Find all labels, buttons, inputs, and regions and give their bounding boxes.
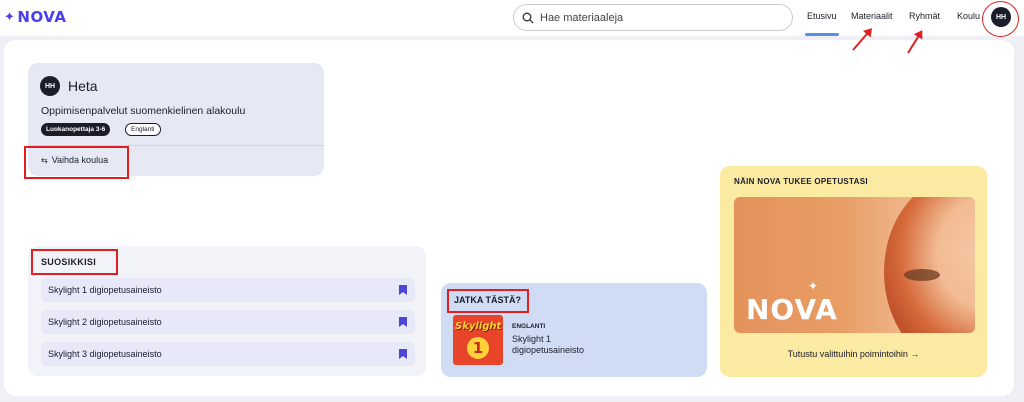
- profile-school: Oppimisenpalvelut suomenkielinen alakoul…: [41, 105, 246, 117]
- continue-material-link[interactable]: Skylight 1 digiopetusaineisto: [512, 334, 622, 356]
- annotation-box-switch: [24, 146, 129, 179]
- favorite-item[interactable]: Skylight 2 digiopetusaineisto: [41, 310, 415, 334]
- skylight-cover[interactable]: Skylight 1: [453, 315, 503, 365]
- eye-shape: [904, 269, 940, 281]
- favorite-item-label: Skylight 3 digiopetusaineisto: [48, 349, 162, 359]
- annotation-box-favorites: [31, 249, 118, 275]
- favorite-item[interactable]: Skylight 1 digiopetusaineisto: [41, 278, 415, 302]
- search-box[interactable]: [513, 4, 793, 31]
- cover-title: Skylight: [455, 321, 502, 332]
- nav-ryhmat[interactable]: Ryhmät: [909, 11, 940, 21]
- promo-title: NÄIN NOVA TUKEE OPETUSTASI: [734, 177, 868, 186]
- promo-image: ✦ NOVA: [734, 197, 975, 333]
- sparkle-icon: ✦: [808, 279, 819, 293]
- nav-koulu[interactable]: Koulu: [957, 11, 980, 21]
- favorite-item-label: Skylight 2 digiopetusaineisto: [48, 317, 162, 327]
- cover-number: 1: [467, 337, 489, 359]
- search-input[interactable]: [540, 11, 770, 24]
- subject-chip: Englanti: [125, 123, 161, 136]
- profile-name: Heta: [68, 78, 98, 94]
- profile-avatar: HH: [40, 76, 60, 96]
- annotation-circle-avatar: [982, 1, 1019, 37]
- promo-brand: NOVA: [746, 293, 838, 326]
- bookmark-icon[interactable]: [399, 317, 407, 327]
- logo-text: NOVA: [17, 8, 67, 26]
- sparkle-icon: ✦: [4, 9, 16, 25]
- bookmark-icon[interactable]: [399, 285, 407, 295]
- continue-subject: ENGLANTI: [512, 323, 546, 330]
- nav-etusivu[interactable]: Etusivu: [805, 11, 839, 36]
- face-illustration: [884, 197, 975, 333]
- role-chip: Luokanopettaja 3-6: [41, 123, 111, 136]
- favorite-item-label: Skylight 1 digiopetusaineisto: [48, 285, 162, 295]
- favorite-item[interactable]: Skylight 3 digiopetusaineisto: [41, 342, 415, 366]
- search-icon: [522, 12, 534, 23]
- promo-card: NÄIN NOVA TUKEE OPETUSTASI ✦ NOVA Tutust…: [720, 166, 987, 377]
- nav-materiaalit[interactable]: Materiaalit: [851, 11, 893, 21]
- nova-logo[interactable]: ✦ NOVA: [4, 8, 67, 26]
- bookmark-icon[interactable]: [399, 349, 407, 359]
- promo-link[interactable]: Tutustu valittuihin poimintoihin →: [720, 349, 987, 359]
- annotation-box-continue: [447, 289, 529, 313]
